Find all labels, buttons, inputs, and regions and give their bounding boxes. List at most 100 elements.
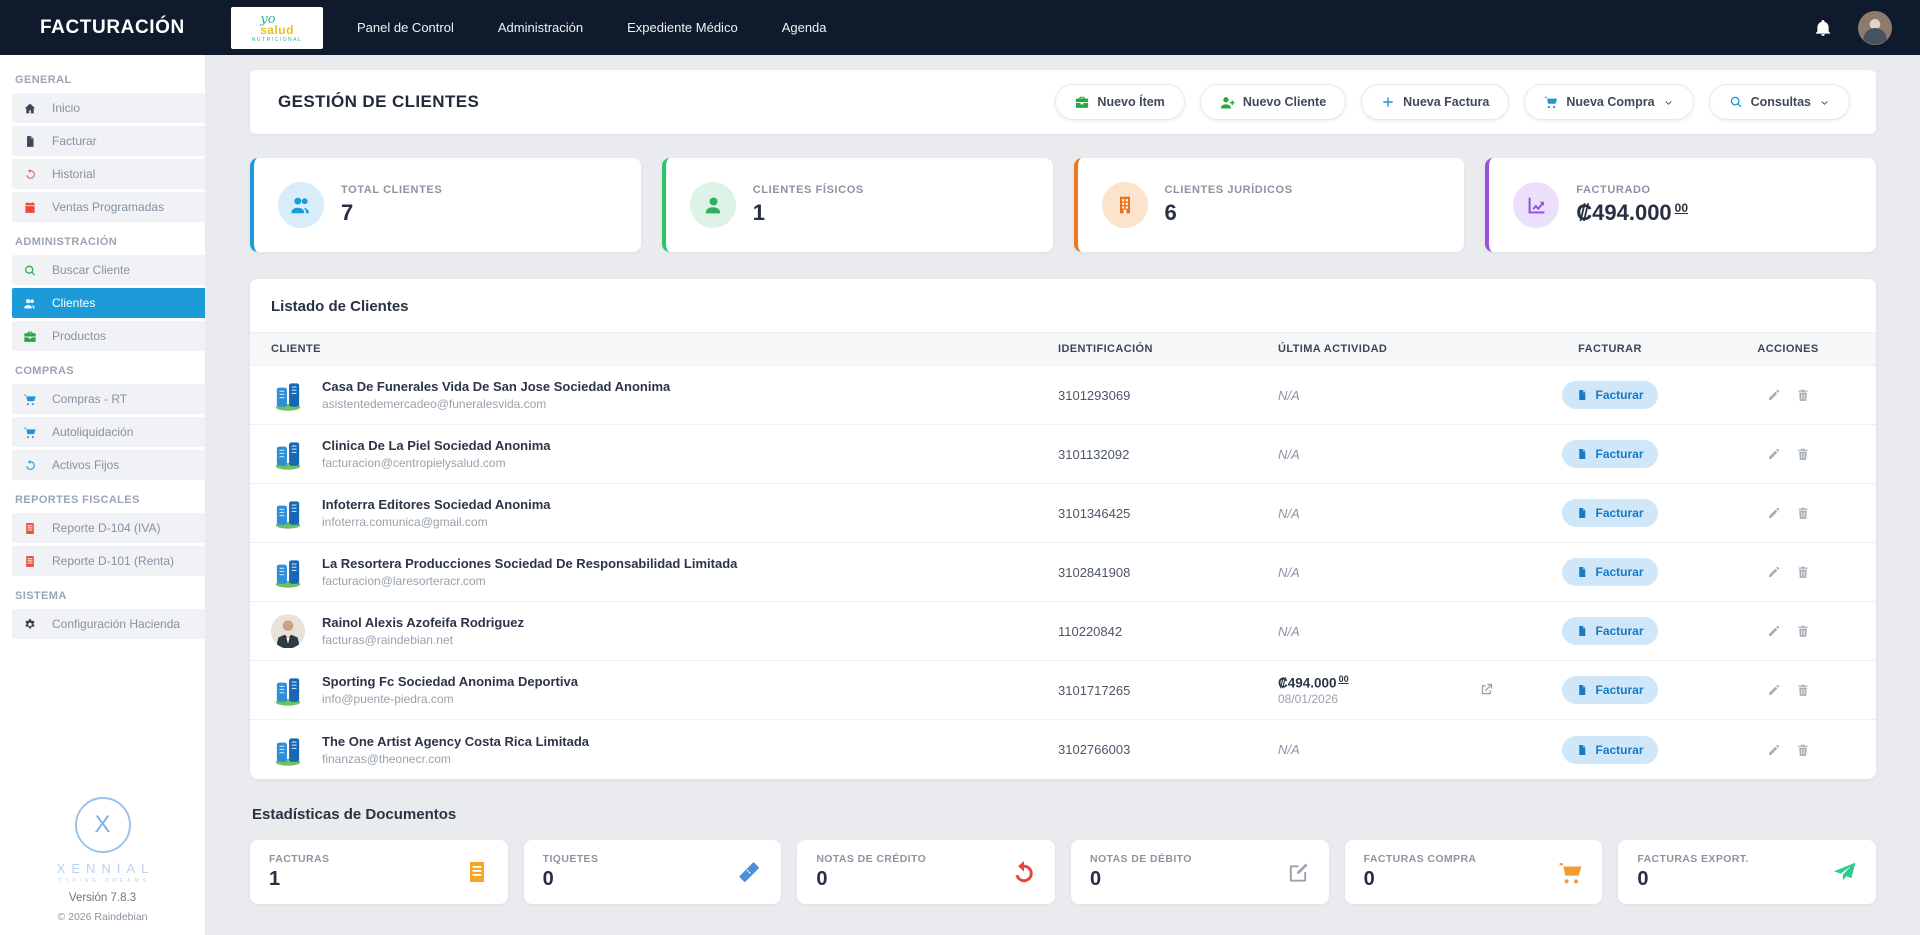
external-link-icon[interactable] <box>1479 682 1494 697</box>
cart-icon <box>23 393 37 406</box>
nav-expediente-medico[interactable]: Expediente Médico <box>627 20 738 35</box>
notifications-bell-icon[interactable] <box>1814 19 1832 37</box>
edit-icon[interactable] <box>1767 447 1781 461</box>
chevron-down-icon <box>1663 97 1674 108</box>
app-title: FACTURACIÓN <box>0 17 205 39</box>
nav-panel-de-control[interactable]: Panel de Control <box>357 20 454 35</box>
edit-icon[interactable] <box>1767 506 1781 520</box>
sidebar-item-buscar-cliente[interactable]: Buscar Cliente <box>12 255 205 285</box>
client-email: facturacion@centropielysalud.com <box>322 456 551 470</box>
users-icon <box>23 297 37 310</box>
edit-icon[interactable] <box>1767 624 1781 638</box>
amount-cents: 00 <box>1675 201 1688 215</box>
nav-agenda[interactable]: Agenda <box>782 20 827 35</box>
sidebar-item-reporte-d101[interactable]: Reporte D-101 (Renta) <box>12 546 205 576</box>
stat-value: 7 <box>341 200 442 226</box>
table-header: CLIENTE IDENTIFICACIÓN ÚLTIMA ACTIVIDAD … <box>250 332 1876 366</box>
delete-icon[interactable] <box>1796 565 1810 579</box>
table-row: Casa De Funerales Vida De San Jose Socie… <box>250 366 1876 425</box>
button-label: Nueva Compra <box>1566 95 1654 109</box>
col-identificacion: IDENTIFICACIÓN <box>1058 343 1278 355</box>
sidebar-item-compras-rt[interactable]: Compras - RT <box>12 384 205 414</box>
button-label: Nuevo Cliente <box>1243 95 1326 109</box>
building-icon <box>1115 195 1135 215</box>
client-id: 3101132092 <box>1058 447 1278 462</box>
facturar-label: Facturar <box>1595 506 1643 520</box>
sidebar-item-label: Inicio <box>52 101 80 115</box>
docstat-value: 0 <box>1637 868 1748 891</box>
clients-card: Listado de Clientes CLIENTE IDENTIFICACI… <box>250 279 1876 779</box>
consultas-dropdown[interactable]: Consultas <box>1709 84 1850 120</box>
sidebar-item-facturar[interactable]: Facturar <box>12 126 205 156</box>
sidebar-item-ventas-programadas[interactable]: Ventas Programadas <box>12 192 205 222</box>
docstat-tiquetes: TIQUETES 0 <box>524 840 782 904</box>
company-building-icon <box>271 496 305 530</box>
briefcase-icon <box>23 330 37 343</box>
company-building-icon <box>271 555 305 589</box>
facturar-button[interactable]: Facturar <box>1562 381 1657 409</box>
client-email: info@puente-piedra.com <box>322 692 578 706</box>
invoice-file-icon <box>1576 625 1588 637</box>
delete-icon[interactable] <box>1796 388 1810 402</box>
docstat-notas-credito: NOTAS DE CRÉDITO 0 <box>797 840 1055 904</box>
facturar-button[interactable]: Facturar <box>1562 558 1657 586</box>
client-id: 3102841908 <box>1058 565 1278 580</box>
sidebar-item-inicio[interactable]: Inicio <box>12 93 205 123</box>
delete-icon[interactable] <box>1796 506 1810 520</box>
sidebar-item-label: Configuración Hacienda <box>52 617 180 631</box>
sidebar-item-clientes[interactable]: Clientes <box>12 288 205 318</box>
facturar-button[interactable]: Facturar <box>1562 440 1657 468</box>
topbar-right <box>1814 11 1920 45</box>
table-row: Clinica De La Piel Sociedad Anonima fact… <box>250 425 1876 484</box>
invoice-file-icon <box>1576 566 1588 578</box>
facturar-label: Facturar <box>1595 683 1643 697</box>
nueva-compra-dropdown[interactable]: Nueva Compra <box>1524 84 1693 120</box>
nuevo-item-button[interactable]: Nuevo Ítem <box>1055 84 1184 120</box>
client-id: 3102766003 <box>1058 742 1278 757</box>
company-building-icon <box>271 378 305 412</box>
sidebar-item-label: Historial <box>52 167 95 181</box>
delete-icon[interactable] <box>1796 624 1810 638</box>
nav-administracion[interactable]: Administración <box>498 20 583 35</box>
col-cliente: CLIENTE <box>250 343 1058 355</box>
facturar-button[interactable]: Facturar <box>1562 676 1657 704</box>
clients-title: Listado de Clientes <box>250 298 1876 332</box>
main-content: GESTIÓN DE CLIENTES Nuevo Ítem Nuevo Cli… <box>205 55 1920 935</box>
sidebar-item-reporte-d104[interactable]: Reporte D-104 (IVA) <box>12 513 205 543</box>
sidebar-item-autoliquidacion[interactable]: Autoliquidación <box>12 417 205 447</box>
invoice-file-icon <box>1576 684 1588 696</box>
nuevo-cliente-button[interactable]: Nuevo Cliente <box>1200 84 1346 120</box>
amount: ₡494.000 <box>1278 675 1337 690</box>
invoice-file-icon <box>1576 744 1588 756</box>
search-icon <box>23 264 37 277</box>
user-avatar[interactable] <box>1858 11 1892 45</box>
edit-icon[interactable] <box>1767 743 1781 757</box>
nueva-factura-button[interactable]: Nueva Factura <box>1361 84 1509 120</box>
company-logo[interactable]: yo salud NUTRICIONAL <box>231 7 323 49</box>
docstats-cards: FACTURAS 1 TIQUETES 0 NOTAS DE CRÉDITO 0… <box>250 840 1876 904</box>
edit-icon[interactable] <box>1767 388 1781 402</box>
delete-icon[interactable] <box>1796 683 1810 697</box>
edit-icon[interactable] <box>1767 565 1781 579</box>
sidebar-item-productos[interactable]: Productos <box>12 321 205 351</box>
sidebar-item-label: Productos <box>52 329 106 343</box>
sidebar-item-label: Ventas Programadas <box>52 200 164 214</box>
sidebar-item-configuracion-hacienda[interactable]: Configuración Hacienda <box>12 609 205 639</box>
table-row: Sporting Fc Sociedad Anonima Deportiva i… <box>250 661 1876 720</box>
docstat-value: 0 <box>816 868 926 891</box>
facturar-button[interactable]: Facturar <box>1562 499 1657 527</box>
plus-icon <box>1381 95 1395 109</box>
sidebar-item-historial[interactable]: Historial <box>12 159 205 189</box>
delete-icon[interactable] <box>1796 447 1810 461</box>
edit-icon[interactable] <box>1767 683 1781 697</box>
client-id: 110220842 <box>1058 624 1278 639</box>
delete-icon[interactable] <box>1796 743 1810 757</box>
facturar-button[interactable]: Facturar <box>1562 617 1657 645</box>
last-activity-date: 08/01/2026 <box>1278 692 1453 706</box>
facturar-label: Facturar <box>1595 565 1643 579</box>
logo-line-2: salud <box>260 24 294 36</box>
table-row: Rainol Alexis Azofeifa Rodriguez factura… <box>250 602 1876 661</box>
sidebar-item-activos-fijos[interactable]: Activos Fijos <box>12 450 205 480</box>
facturar-button[interactable]: Facturar <box>1562 736 1657 764</box>
stat-label: CLIENTES FÍSICOS <box>753 184 864 196</box>
